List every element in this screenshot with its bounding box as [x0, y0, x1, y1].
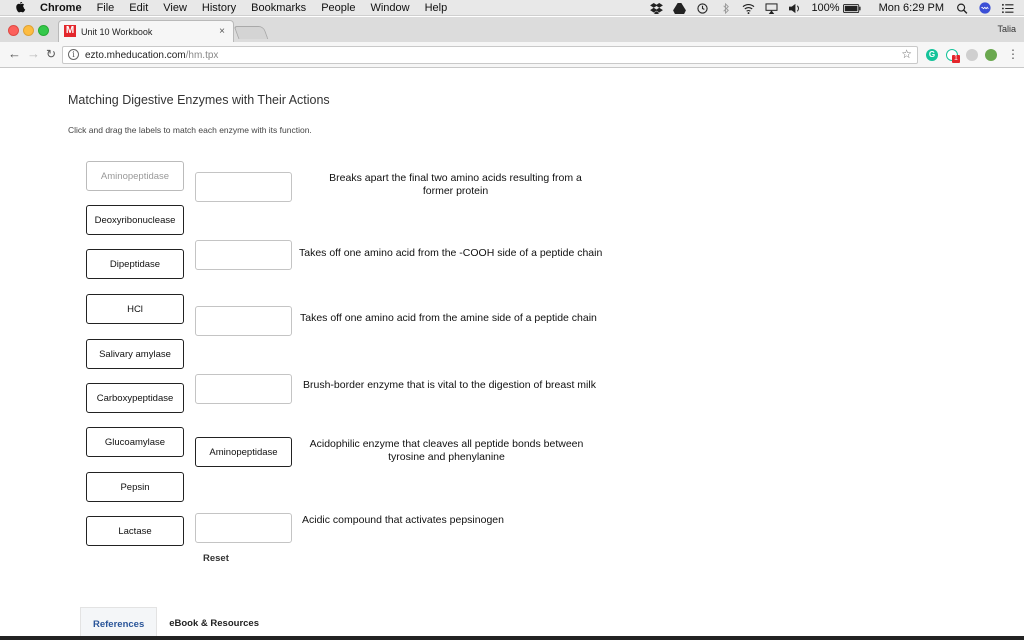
menu-people[interactable]: People — [321, 2, 355, 14]
drop-target-4[interactable] — [195, 374, 292, 404]
window-minimize-button[interactable] — [23, 25, 34, 36]
menu-bar: Chrome File Edit View History Bookmarks … — [0, 0, 1024, 16]
target-description-6: Acidic compound that activates pepsinoge… — [302, 514, 504, 527]
target-description-2: Takes off one amino acid from the -COOH … — [299, 247, 602, 260]
menubar-clock[interactable]: Mon 6:29 PM — [879, 2, 944, 14]
description-line: Takes off one amino acid from the amine … — [300, 312, 597, 324]
status-area: 100% Mon 6:29 PM — [650, 0, 1024, 16]
url-host: ezto.mheducation.com — [85, 50, 186, 61]
target-description-3: Takes off one amino acid from the amine … — [300, 312, 597, 325]
drag-label-carboxypeptidase[interactable]: Carboxypeptidase — [86, 383, 184, 413]
target-description-1: Breaks apart the final two amino acids r… — [318, 172, 593, 198]
dropbox-icon[interactable] — [650, 2, 664, 14]
drag-label-glucoamylase[interactable]: Glucoamylase — [86, 427, 184, 457]
drag-label-pepsin[interactable]: Pepsin — [86, 472, 184, 502]
drop-target-2[interactable] — [195, 240, 292, 270]
tab-title: Unit 10 Workbook — [81, 27, 153, 37]
drop-target-5[interactable]: Aminopeptidase — [195, 437, 292, 467]
drag-label-lactase[interactable]: Lactase — [86, 516, 184, 546]
mcgraw-hill-favicon-icon: M — [64, 25, 76, 37]
window-close-button[interactable] — [8, 25, 19, 36]
description-line: former protein — [422, 185, 489, 197]
description-line: Takes off one amino acid from the -COOH … — [299, 247, 603, 259]
extension-globe-icon[interactable] — [985, 49, 997, 61]
drag-label-hcl[interactable]: HCl — [86, 294, 184, 324]
page-title: Matching Digestive Enzymes with Their Ac… — [68, 93, 330, 107]
siri-icon[interactable] — [979, 2, 991, 14]
profile-name[interactable]: Talia — [997, 24, 1016, 34]
chrome-menu-icon[interactable]: ⋮ — [1007, 47, 1019, 61]
drag-label-dipeptidase[interactable]: Dipeptidase — [86, 249, 184, 279]
tab-strip: M Unit 10 Workbook × Talia — [0, 17, 1024, 42]
bookmark-star-icon[interactable]: ☆ — [901, 47, 912, 61]
menu-app-name[interactable]: Chrome — [40, 2, 82, 14]
reload-icon[interactable]: ↻ — [46, 47, 56, 61]
tab-close-icon[interactable]: × — [219, 26, 225, 37]
browser-toolbar: ← → ↻ i ezto.mheducation.com/hm.tpx ☆ G … — [0, 42, 1024, 68]
volume-icon[interactable] — [788, 3, 801, 14]
browser-tab-active[interactable]: M Unit 10 Workbook × — [58, 20, 234, 42]
apple-icon[interactable] — [14, 1, 28, 14]
airplay-icon[interactable] — [765, 2, 778, 14]
menu-file[interactable]: File — [97, 2, 115, 14]
menu-history[interactable]: History — [202, 2, 236, 14]
target-description-5: Acidophilic enzyme that cleaves all pept… — [298, 438, 595, 464]
address-bar[interactable]: i ezto.mheducation.com/hm.tpx ☆ — [62, 46, 918, 64]
url-path: /hm.tpx — [185, 50, 219, 61]
time-machine-icon[interactable] — [696, 2, 709, 14]
drive-icon[interactable] — [673, 2, 687, 14]
drop-target-3[interactable] — [195, 306, 292, 336]
drag-label-aminopeptidase[interactable]: Aminopeptidase — [86, 161, 184, 191]
menu-edit[interactable]: Edit — [129, 2, 148, 14]
description-line: Brush-border enzyme that is vital to the… — [303, 379, 596, 391]
description-line: Acidophilic enzyme that cleaves all pept… — [309, 438, 584, 450]
notification-center-icon[interactable] — [1001, 3, 1014, 14]
window-zoom-button[interactable] — [38, 25, 49, 36]
bluetooth-icon[interactable] — [719, 2, 732, 14]
instructions: Click and drag the labels to match each … — [68, 125, 312, 135]
wifi-icon[interactable] — [742, 3, 755, 14]
page-content: Matching Digestive Enzymes with Their Ac… — [0, 69, 1024, 640]
battery-percent: 100% — [811, 2, 840, 14]
window-bottom-edge — [0, 636, 1024, 640]
menu-help[interactable]: Help — [425, 2, 448, 14]
menu-view[interactable]: View — [163, 2, 187, 14]
drag-label-salivary-amylase[interactable]: Salivary amylase — [86, 339, 184, 369]
description-line: Breaks apart the final two amino acids r… — [329, 172, 582, 184]
drag-label-deoxyribonuclease[interactable]: Deoxyribonuclease — [86, 205, 184, 235]
address-url[interactable]: ezto.mheducation.com/hm.tpx — [85, 50, 218, 61]
forward-arrow-icon[interactable]: → — [27, 47, 40, 61]
description-line: tyrosine and phenylanine — [388, 451, 505, 463]
spotlight-icon[interactable] — [956, 3, 969, 14]
grammarly-extension-icon[interactable]: G — [926, 49, 938, 61]
target-description-4: Brush-border enzyme that is vital to the… — [303, 379, 596, 392]
extension-grey-icon[interactable] — [966, 49, 978, 61]
menu-bookmarks[interactable]: Bookmarks — [251, 2, 306, 14]
extension-badge-count: 1 — [952, 55, 960, 63]
battery-icon[interactable] — [842, 3, 861, 14]
description-line: Acidic compound that activates pepsinoge… — [302, 514, 504, 526]
drop-target-1[interactable] — [195, 172, 292, 202]
site-info-icon[interactable]: i — [68, 49, 79, 60]
menu-window[interactable]: Window — [370, 2, 409, 14]
drop-target-6[interactable] — [195, 513, 292, 543]
reset-button[interactable]: Reset — [203, 553, 229, 564]
new-tab-button[interactable] — [233, 26, 269, 39]
back-arrow-icon[interactable]: ← — [8, 47, 21, 61]
